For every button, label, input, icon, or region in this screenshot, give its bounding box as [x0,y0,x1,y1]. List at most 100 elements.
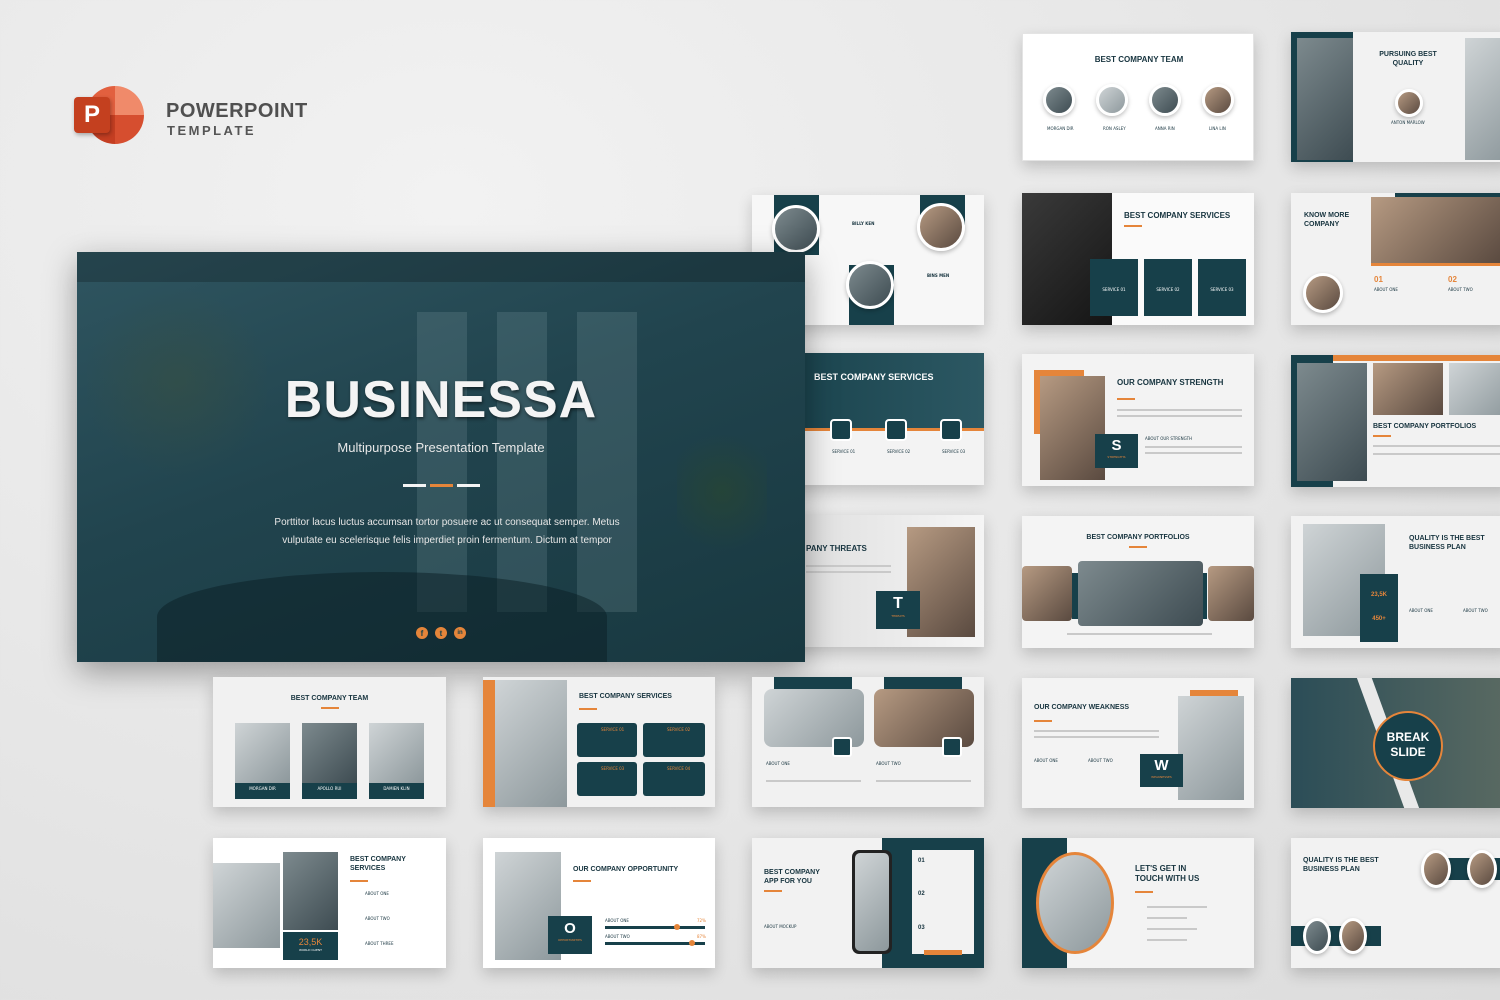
step-number: 01 [918,858,925,864]
linkedin-icon[interactable]: in [454,627,466,639]
person-photo [1297,363,1367,481]
slide-title: QUALITY IS THE BEST BUSINESS PLAN [1303,857,1379,873]
slide-opportunity[interactable]: O OPPORTUNITIES OUR COMPANY OPPORTUNITY … [483,838,715,968]
slide-portfolios-gallery[interactable]: BEST COMPANY PORTFOLIOS [1022,516,1254,648]
slide-portfolios-side[interactable]: BEST COMPANY PORTFOLIOS [1291,355,1500,487]
slide-company-strength[interactable]: S STRENGTHS OUR COMPANY STRENGTH ABOUT O… [1022,354,1254,486]
team-photo [1202,84,1234,116]
slide-title: OUR COMPANY WEAKNESS [1034,704,1130,711]
service-card: SERVICE 03 [577,762,637,796]
slide-pursuing-quality[interactable]: PURSUING BEST QUALITY ANTON MARLOW [1291,32,1500,162]
team-member-name: MORGAN DIR [1047,126,1074,131]
swot-letter-box: T THREATS [876,591,920,629]
progress-value: 72% [697,918,706,923]
slide-title: KNOW MORE COMPANY [1304,212,1350,228]
section-heading: ABOUT TWO [876,761,901,766]
service-label: SERVICE 02 [887,449,911,454]
section-heading: ABOUT ONE [1409,608,1433,613]
slide-title: PURSUING BEST QUALITY [1379,51,1437,67]
section-number: 02 [1448,275,1457,284]
hero-body-text: Porttitor lacus luctus accumsan tortor p… [274,517,620,546]
building-photo [1297,38,1353,160]
team-photo [1303,273,1343,313]
team-photo [1467,850,1497,888]
stats-box: 23,5K WORLD CLIENT [283,932,338,960]
team-member-name: MORGAN DIR [235,783,290,799]
slide-contact[interactable]: LET'S GET IN TOUCH WITH US [1022,838,1254,968]
break-badge: BREAK SLIDE [1373,711,1443,781]
step-number: 02 [918,891,925,897]
powerpoint-icon-letter: P [74,97,110,133]
slide-services-hands[interactable]: BEST COMPANY SERVICES SERVICE 01 SERVICE… [1022,193,1254,325]
slide-know-more[interactable]: KNOW MORE COMPANY 01 02 ABOUT ONE ABOUT T… [1291,193,1500,325]
slide-title: BEST COMPANY SERVICES [814,372,934,382]
slide-title: BEST COMPANY PORTFOLIOS [1086,534,1190,541]
service-card: SERVICE 02 [1144,259,1192,316]
slide-break[interactable]: BREAK SLIDE [1291,678,1500,808]
slide-company-weakness[interactable]: OUR COMPANY WEAKNESS ABOUT ONE ABOUT TWO… [1022,678,1254,808]
swot-letter-box: S STRENGTHS [1095,434,1138,468]
office-photo [1371,197,1500,263]
team-photo [846,261,894,309]
divider-dash [457,484,480,487]
contact-photo [1036,852,1114,954]
divider-dash [430,484,453,487]
team-photo [1096,84,1128,116]
slide-title: BEST COMPANY SERVICES [579,693,672,700]
slide-title: BEST COMPANY PORTFOLIOS [1373,423,1477,430]
slide-services-grid[interactable]: BEST COMPANY SERVICES SERVICE 01 SERVICE… [483,677,715,807]
team-photo [1149,84,1181,116]
office-photo [1449,363,1500,415]
team-photo [772,205,820,253]
service-item: ABOUT THREE [365,941,394,946]
slide-title: BEST COMPANY APP FOR YOU [764,869,820,885]
hero-slide-cover[interactable]: BUSINESSA Multipurpose Presentation Temp… [77,252,805,662]
team-member-name: BINS MEN [927,273,950,278]
logo-title: POWERPOINT [166,100,308,122]
team-member-name: DAMIEN KLIN [369,783,424,799]
progress-label: ABOUT ONE [605,918,629,923]
slide-team-top[interactable]: BEST COMPANY TEAM MORGAN DIR RON ASLEY A… [1022,33,1254,161]
team-member-name: BILLY KEN [852,221,875,226]
slide-quality-plan-2[interactable]: QUALITY IS THE BEST BUSINESS PLAN [1291,838,1500,968]
person-name: ANTON MARLOW [1391,120,1425,125]
portfolio-photo [1208,566,1254,621]
person-photo [1395,89,1423,117]
team-member-name: ANNA RIN [1155,126,1175,131]
section-heading: ABOUT ONE [766,761,790,766]
team-photo [917,203,965,251]
progress-value: 87% [697,934,706,939]
service-card: SERVICE 03 [1198,259,1246,316]
progress-label: ABOUT TWO [605,934,630,939]
progress-bar [605,924,705,930]
slide-services-list[interactable]: 23,5K WORLD CLIENT BEST COMPANY SERVICES … [213,838,446,968]
slide-title: OUR COMPANY OPPORTUNITY [573,866,679,873]
divider-dash [403,484,426,487]
service-card: SERVICE 02 [643,723,705,757]
portfolio-photo [1022,566,1072,621]
person-photo [1178,696,1244,800]
progress-bar [605,940,705,946]
twitter-icon[interactable]: t [435,627,447,639]
slide-title: BEST COMPANY SERVICES [350,856,406,872]
service-label: SERVICE 03 [942,449,966,454]
slide-team-bottom[interactable]: BEST COMPANY TEAM MORGAN DIR APOLLO RUI … [213,677,446,807]
about-icon [942,737,962,757]
person-photo [283,852,338,930]
swot-letter-box: O OPPORTUNITIES [548,916,592,954]
slide-quality-plan[interactable]: 23,5K 450+ QUALITY IS THE BEST BUSINESS P… [1291,516,1500,648]
service-icon [885,419,907,441]
section-number: 01 [1374,275,1383,284]
slide-app[interactable]: BEST COMPANY APP FOR YOU ABOUT MOCKUP 01 … [752,838,984,968]
slide-title: QUALITY IS THE BEST BUSINESS PLAN [1409,535,1485,551]
section-heading: ABOUT ONE [1374,287,1398,292]
slide-title: BEST COMPANY SERVICES [1124,211,1231,220]
office-photo [1373,363,1443,415]
slide-title: LET'S GET IN TOUCH WITH US [1135,864,1200,883]
facebook-icon[interactable]: f [416,627,428,639]
slide-about-two[interactable]: ABOUT ONE ABOUT TWO [752,677,984,807]
stats-box: 23,5K 450+ [1360,574,1398,642]
section-heading: ABOUT TWO [1463,608,1488,613]
slide-title: BEST COMPANY TEAM [1094,55,1184,64]
service-item: ABOUT TWO [365,916,390,921]
